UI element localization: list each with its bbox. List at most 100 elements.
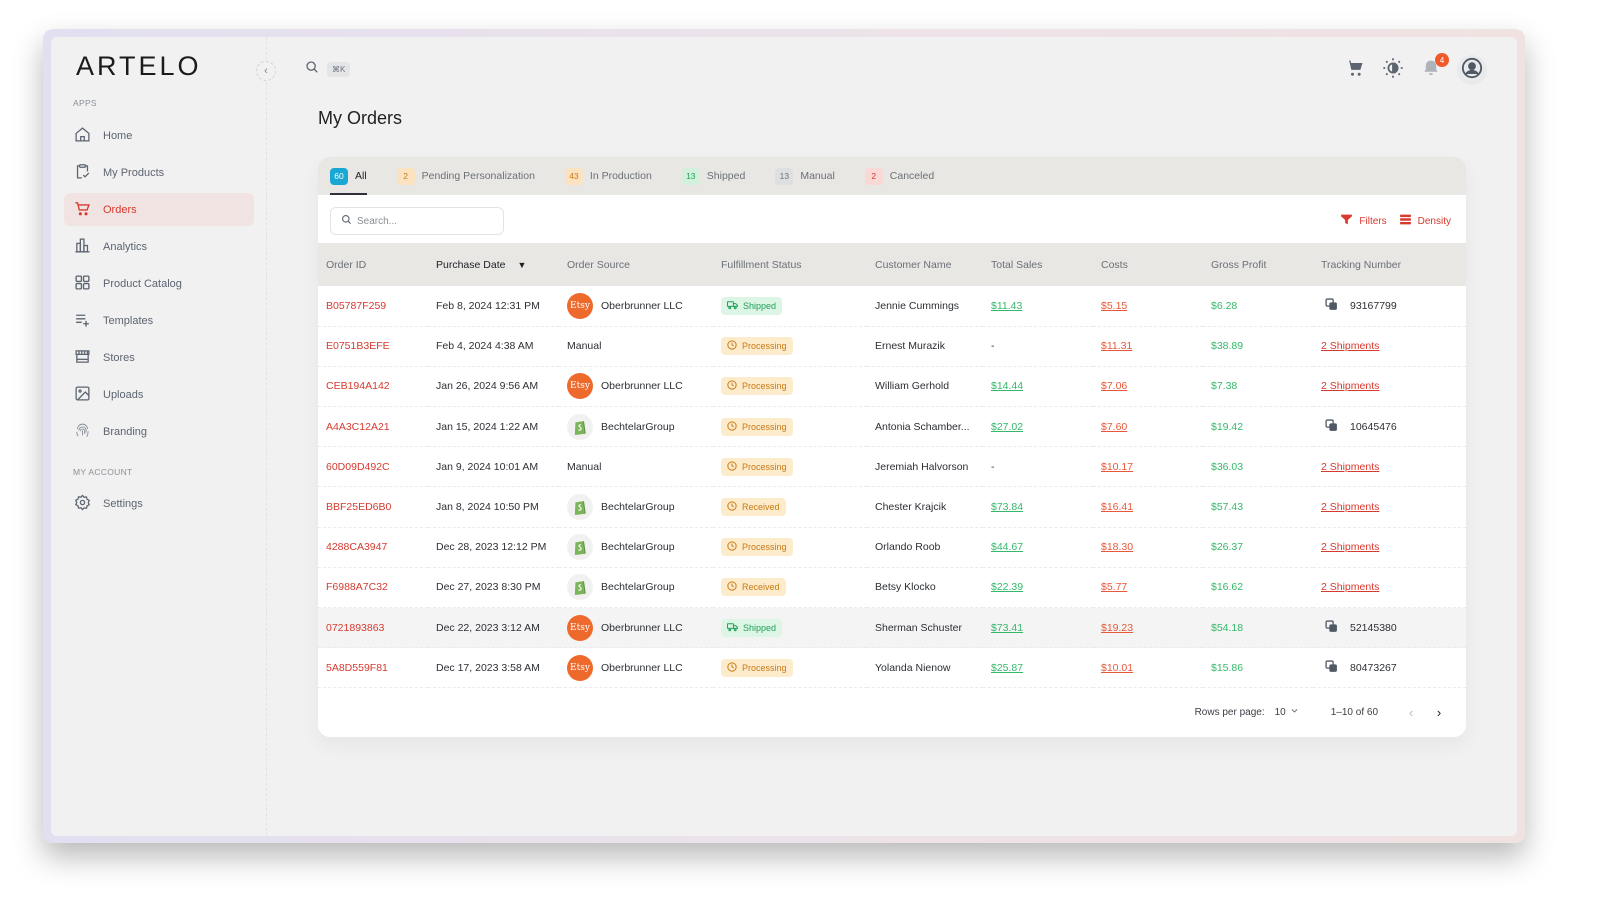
- costs-link[interactable]: $19.23: [1101, 622, 1133, 634]
- search-input[interactable]: [357, 215, 497, 227]
- notifications-button[interactable]: 4: [1419, 53, 1449, 82]
- table-row[interactable]: CEB194A142 Jan 26, 2024 9:56 AM Etsy Oberbr…: [318, 366, 1466, 407]
- sort-desc-icon[interactable]: ▼: [517, 260, 526, 270]
- column-header-label: Customer Name: [875, 258, 952, 271]
- total-sales-link[interactable]: $73.41: [991, 622, 1023, 634]
- column-header-gross-profit[interactable]: Gross Profit: [1203, 243, 1313, 286]
- table-row[interactable]: BBF25ED6B0 Jan 8, 2024 10:50 PM BechtelarG…: [318, 487, 1466, 528]
- column-header-tracking-number[interactable]: Tracking Number: [1313, 243, 1466, 286]
- column-header-order-id[interactable]: Order ID: [318, 243, 428, 286]
- table-row[interactable]: 5A8D559F81 Dec 17, 2023 3:58 AM Etsy Oberbr…: [318, 648, 1466, 688]
- sidebar-item-home[interactable]: Home: [64, 119, 254, 152]
- column-header-label: Purchase Date: [436, 258, 506, 271]
- filters-button[interactable]: Filters: [1340, 213, 1387, 229]
- sidebar-item-analytics[interactable]: Analytics: [64, 230, 254, 263]
- column-header-label: Tracking Number: [1321, 258, 1402, 271]
- density-button[interactable]: Density: [1399, 213, 1451, 229]
- order-id-link[interactable]: B05787F259: [326, 300, 386, 312]
- column-header-costs[interactable]: Costs: [1093, 243, 1203, 286]
- table-row[interactable]: 60D09D492C Jan 9, 2024 10:01 AM Manual Proc…: [318, 447, 1466, 487]
- shipments-link[interactable]: 2 Shipments: [1321, 501, 1379, 513]
- next-page-button[interactable]: ›: [1430, 703, 1448, 721]
- column-header-purchase-date[interactable]: Purchase Date ▼: [428, 243, 559, 286]
- logo[interactable]: ARTELO: [76, 51, 202, 82]
- chevron-left-icon: ‹: [1408, 704, 1414, 720]
- tab-canceled[interactable]: 2 Canceled: [864, 157, 935, 195]
- sidebar-item-product-catalog[interactable]: Product Catalog: [64, 267, 254, 300]
- total-sales-link[interactable]: $44.67: [991, 541, 1023, 553]
- costs-link[interactable]: $10.01: [1101, 662, 1133, 674]
- order-id-link[interactable]: A4A3C12A21: [326, 421, 390, 433]
- tab-label: Canceled: [889, 170, 935, 182]
- order-source: BechtelarGroup: [567, 574, 713, 601]
- cart-button[interactable]: [1343, 58, 1367, 82]
- tab-shipped[interactable]: 13 Shipped: [681, 157, 745, 195]
- sidebar-item-orders[interactable]: Orders: [64, 193, 254, 226]
- costs-link[interactable]: $18.30: [1101, 541, 1133, 553]
- total-sales-link[interactable]: $14.44: [991, 380, 1023, 392]
- total-sales-link[interactable]: $27.02: [991, 421, 1023, 433]
- sidebar: ARTELO ‹ APPS Home My Products Orders Analy…: [51, 37, 276, 836]
- copy-icon[interactable]: [1325, 419, 1338, 435]
- rows-per-page-select[interactable]: 10: [1275, 706, 1299, 718]
- total-sales-link[interactable]: $25.87: [991, 662, 1023, 674]
- tab-pending-personalization[interactable]: 2 Pending Personalization: [396, 157, 535, 195]
- sidebar-item-templates[interactable]: Templates: [64, 304, 254, 337]
- order-id-link[interactable]: 5A8D559F81: [326, 662, 388, 674]
- tab-in-production[interactable]: 43 In Production: [564, 157, 652, 195]
- costs-link[interactable]: $7.06: [1101, 380, 1127, 392]
- column-header-order-source[interactable]: Order Source: [559, 243, 713, 286]
- shipments-link[interactable]: 2 Shipments: [1321, 461, 1379, 473]
- theme-toggle-button[interactable]: [1381, 57, 1405, 82]
- sidebar-item-label: Branding: [103, 425, 148, 438]
- shipments-link[interactable]: 2 Shipments: [1321, 380, 1379, 392]
- table-row[interactable]: F6988A7C32 Dec 27, 2023 8:30 PM BechtelarG…: [318, 567, 1466, 608]
- costs-link[interactable]: $7.60: [1101, 421, 1127, 433]
- column-header-fulfillment-status[interactable]: Fulfillment Status: [713, 243, 867, 286]
- order-source-name: BechtelarGroup: [601, 501, 675, 514]
- column-header-customer-name[interactable]: Customer Name: [867, 243, 983, 286]
- total-sales-link[interactable]: $22.39: [991, 581, 1023, 593]
- sidebar-item-my-products[interactable]: My Products: [64, 156, 254, 189]
- shipments-link[interactable]: 2 Shipments: [1321, 340, 1379, 352]
- status-badge: Shipped: [721, 618, 783, 637]
- shipments-link[interactable]: 2 Shipments: [1321, 581, 1379, 593]
- table-row[interactable]: E0751B3EFE Feb 4, 2024 4:38 AM Manual Proce…: [318, 326, 1466, 367]
- status-label: Received: [742, 502, 780, 513]
- order-id-link[interactable]: BBF25ED6B0: [326, 501, 391, 513]
- table-row[interactable]: A4A3C12A21 Jan 15, 2024 1:22 AM BechtelarG…: [318, 407, 1466, 447]
- sidebar-item-branding[interactable]: Branding: [64, 415, 254, 448]
- copy-icon[interactable]: [1325, 620, 1338, 636]
- sidebar-item-uploads[interactable]: Uploads: [64, 378, 254, 411]
- etsy-logo-icon: Etsy: [567, 292, 593, 319]
- order-id-link[interactable]: 60D09D492C: [326, 461, 390, 473]
- order-id-link[interactable]: 0721893863: [326, 622, 384, 634]
- table-row[interactable]: 4288CA3947 Dec 28, 2023 12:12 PM Bechtelar…: [318, 527, 1466, 568]
- order-id-link[interactable]: 4288CA3947: [326, 541, 387, 553]
- orders-search[interactable]: [330, 207, 504, 235]
- copy-icon[interactable]: [1325, 660, 1338, 676]
- sidebar-item-stores[interactable]: Stores: [64, 341, 254, 374]
- total-sales-link[interactable]: $11.43: [991, 300, 1022, 312]
- total-sales-link[interactable]: $73.84: [991, 501, 1023, 513]
- account-button[interactable]: [1457, 55, 1487, 85]
- table-row[interactable]: 0721893863 Dec 22, 2023 3:12 AM Etsy Oberbr…: [318, 607, 1466, 648]
- copy-icon[interactable]: [1325, 298, 1338, 314]
- costs-link[interactable]: $16.41: [1101, 501, 1133, 513]
- column-header-total-sales[interactable]: Total Sales: [983, 243, 1093, 286]
- costs-link[interactable]: $5.15: [1101, 300, 1127, 312]
- order-id-link[interactable]: F6988A7C32: [326, 581, 388, 593]
- order-id-link[interactable]: E0751B3EFE: [326, 340, 390, 352]
- tab-manual[interactable]: 13 Manual: [775, 157, 835, 195]
- sidebar-item-settings[interactable]: Settings: [64, 487, 254, 520]
- tab-all[interactable]: 60 All: [330, 157, 367, 195]
- costs-link[interactable]: $11.31: [1101, 340, 1132, 352]
- shipments-link[interactable]: 2 Shipments: [1321, 541, 1379, 553]
- global-search[interactable]: ⌘K: [305, 60, 351, 79]
- collapse-sidebar-button[interactable]: ‹: [256, 61, 276, 81]
- costs-link[interactable]: $10.17: [1101, 461, 1133, 473]
- table-row[interactable]: B05787F259 Feb 8, 2024 12:31 PM Etsy Oberbr…: [318, 286, 1466, 327]
- previous-page-button[interactable]: ‹: [1402, 703, 1420, 721]
- order-id-link[interactable]: CEB194A142: [326, 380, 390, 392]
- costs-link[interactable]: $5.77: [1101, 581, 1127, 593]
